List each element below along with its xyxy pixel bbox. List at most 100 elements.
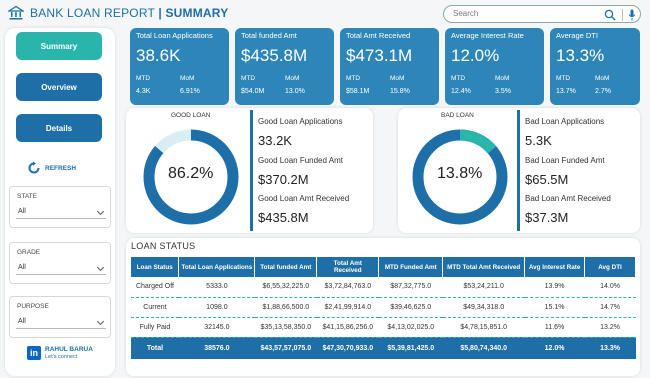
table-cell: Fully Paid xyxy=(131,317,179,338)
table-cell: 11.6% xyxy=(524,317,585,338)
loan-status-title: LOAN STATUS xyxy=(131,241,196,251)
kpi-mom-label: MoM xyxy=(390,75,405,82)
kpi-value: $473.1M xyxy=(346,46,413,65)
kpi-title: Average DTI xyxy=(556,31,598,40)
kpi-value: 38.6K xyxy=(136,46,181,65)
profile-name: RAHUL BARUA xyxy=(45,346,93,353)
grade-filter: GRADE All xyxy=(9,242,111,284)
kpi-card-dti: Average DTI 13.3% MTD MoM 13.7% 2.7% xyxy=(550,28,640,105)
column-header[interactable]: Total funded Amt xyxy=(254,257,318,277)
search-input[interactable]: Search xyxy=(453,9,478,18)
table-cell: 13.9% xyxy=(524,277,585,298)
kpi-mom-label: MoM xyxy=(495,75,510,82)
linkedin-icon: in xyxy=(27,346,41,360)
refresh-label: REFRESH xyxy=(45,164,77,172)
summary-button[interactable]: Summary xyxy=(16,32,102,60)
column-header[interactable]: Avg DTI xyxy=(584,257,636,277)
kpi-card-received: Total Amt Received $473.1M MTD MoM $58.1… xyxy=(340,28,439,105)
state-select[interactable]: All xyxy=(16,206,106,219)
table-cell: $5,80,74,340.0 xyxy=(442,337,525,359)
purpose-filter: PURPOSE All xyxy=(9,296,111,338)
table-cell: $5,39,81,425.0 xyxy=(378,337,443,359)
table-cell: $1,88,66,500.0 xyxy=(254,297,317,318)
kpi-title: Total Loan Applications xyxy=(136,31,213,40)
kpi-mom-label: MoM xyxy=(285,75,300,82)
table-cell: $3,72,84,763.0 xyxy=(316,277,379,298)
search-box[interactable]: Search xyxy=(443,5,641,23)
kpi-value: 13.3% xyxy=(556,46,605,65)
table-cell: $47,30,70,933.0 xyxy=(316,337,379,359)
table-cell: $49,34,318.0 xyxy=(442,297,525,318)
bad-loan-title: BAD LOAN xyxy=(441,112,474,119)
table-total-row: Total 38576.0 $43,57,57,075.0 $47,30,70,… xyxy=(131,337,636,359)
column-header[interactable]: MTD Total Amt Received xyxy=(442,257,526,277)
purpose-filter-label: PURPOSE xyxy=(17,303,49,310)
bad-loan-panel: BAD LOAN 13.8% Bad Loan Applications 5.3… xyxy=(398,108,640,233)
table-cell: $39,46,625.0 xyxy=(378,297,443,318)
column-header[interactable]: MTD Funded Amt xyxy=(378,257,444,277)
table-row: Charged Off 5333.0 $6,55,32,225.0 $3,72,… xyxy=(131,277,636,298)
bad-loan-received-value: $37.3M xyxy=(525,210,569,225)
column-header[interactable]: Total Amt Received xyxy=(316,257,380,277)
table-cell: $53,24,211.0 xyxy=(442,277,525,298)
kpi-value: 12.0% xyxy=(451,46,500,65)
table-cell: 14.7% xyxy=(584,297,636,318)
table-cell: 12.0% xyxy=(524,337,585,359)
bad-loan-apps-value: 5.3K xyxy=(525,133,552,148)
refresh-button[interactable]: REFRESH xyxy=(27,161,76,175)
table-cell: Total xyxy=(131,337,179,359)
kpi-mtd-label: MTD xyxy=(136,75,151,82)
chevron-down-icon xyxy=(96,317,105,326)
kpi-mom-value: 3.5% xyxy=(495,88,511,95)
grade-filter-label: GRADE xyxy=(17,249,41,256)
sidebar: Summary Overview Details REFRESH STATE A… xyxy=(5,28,115,376)
search-icon[interactable] xyxy=(604,9,616,21)
column-header[interactable]: Total Loan Applications xyxy=(178,257,256,277)
table-cell: $2,41,99,914.0 xyxy=(316,297,379,318)
table-cell: $4,13,02,025.0 xyxy=(378,317,443,338)
kpi-value: $435.8M xyxy=(241,46,308,65)
good-loan-title: GOOD LOAN xyxy=(171,112,211,119)
microphone-icon[interactable] xyxy=(627,9,637,21)
profile-link[interactable]: in RAHUL BARUA Let's connect xyxy=(27,346,93,360)
state-filter: STATE All xyxy=(9,186,111,228)
kpi-mtd-label: MTD xyxy=(241,75,256,82)
table-cell: $4,78,15,851.0 xyxy=(442,317,525,338)
table-cell: 13.2% xyxy=(584,317,636,338)
header: BANK LOAN REPORT | SUMMARY Search xyxy=(0,0,650,28)
good-loan-received-value: $435.8M xyxy=(258,210,309,225)
overview-button[interactable]: Overview xyxy=(16,73,102,101)
bank-icon xyxy=(8,5,24,20)
page-title: BANK LOAN REPORT | SUMMARY xyxy=(30,6,229,20)
kpi-mom-value: 2.7% xyxy=(595,88,611,95)
details-button[interactable]: Details xyxy=(16,114,102,142)
good-loan-apps-value: 33.2K xyxy=(258,133,292,148)
purpose-select[interactable]: All xyxy=(16,316,106,329)
kpi-mom-value: 15.8% xyxy=(390,88,410,95)
kpi-mtd-value: $54.0M xyxy=(241,88,265,95)
bad-loan-funded-value: $65.5M xyxy=(525,172,569,187)
kpi-mtd-label: MTD xyxy=(556,75,571,82)
good-loan-divider xyxy=(250,110,253,231)
table-cell: 13.3% xyxy=(584,337,636,359)
purpose-select-value: All xyxy=(18,318,26,325)
kpi-mtd-value: 12.4% xyxy=(451,88,471,95)
column-header[interactable]: Loan Status xyxy=(131,257,180,277)
loan-status-panel: LOAN STATUS Loan Status Total Loan Appli… xyxy=(126,238,640,376)
good-loan-funded-label: Good Loan Funded Amt xyxy=(258,156,343,165)
kpi-mom-label: MoM xyxy=(180,75,195,82)
good-loan-received-label: Good Loan Amt Received xyxy=(258,194,350,203)
column-header[interactable]: Avg Interest Rate xyxy=(524,257,586,277)
table-cell: 5333.0 xyxy=(178,277,255,298)
bad-loan-apps-label: Bad Loan Applications xyxy=(525,117,605,126)
table-cell: 32145.0 xyxy=(178,317,255,338)
bad-loan-received-label: Bad Loan Amt Received xyxy=(525,194,611,203)
table-cell: 1098.0 xyxy=(178,297,255,318)
table-header-row: Loan Status Total Loan Applications Tota… xyxy=(131,257,636,277)
refresh-icon xyxy=(28,161,40,174)
kpi-mom-label: MoM xyxy=(595,75,610,82)
grade-select[interactable]: All xyxy=(16,262,106,275)
table-cell: 15.1% xyxy=(524,297,585,318)
table-cell: $35,13,58,350.0 xyxy=(254,317,317,338)
bad-loan-percent: 13.8% xyxy=(437,165,483,182)
